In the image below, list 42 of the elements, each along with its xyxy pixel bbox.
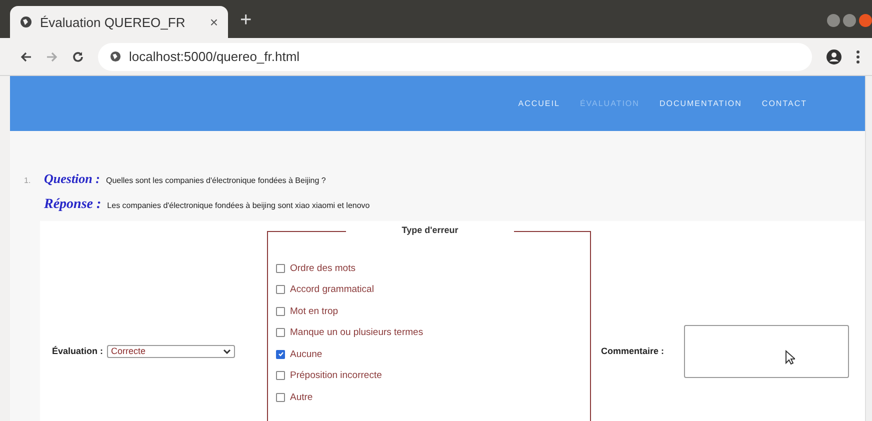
minimize-button[interactable] <box>827 14 840 27</box>
question-text: Quelles sont les companies d'électronique fondées à Beijing ? <box>106 176 326 185</box>
checkbox-label[interactable]: Ordre des mots <box>290 262 356 274</box>
checkbox[interactable] <box>276 371 285 380</box>
checkbox[interactable] <box>276 350 285 359</box>
evaluation-select[interactable]: Correcte <box>107 344 236 358</box>
globe-icon <box>20 16 32 28</box>
mouse-pointer-icon <box>785 350 796 364</box>
checkbox-label[interactable]: Accord grammatical <box>290 284 374 296</box>
close-window-button[interactable] <box>859 14 872 27</box>
evaluation-label: Évaluation : <box>52 346 104 356</box>
checkbox[interactable] <box>276 285 285 294</box>
url-text: localhost:5000/quereo_fr.html <box>129 49 300 64</box>
address-bar[interactable]: localhost:5000/quereo_fr.html <box>98 42 812 71</box>
close-tab-button[interactable]: × <box>210 14 218 30</box>
list-number: 1. <box>24 176 32 185</box>
answer-label: Réponse : <box>44 197 102 213</box>
forward-icon[interactable] <box>46 50 58 63</box>
globe-icon <box>110 51 121 62</box>
menu-icon[interactable] <box>856 50 860 64</box>
answer-text: Les companies d'électronique fondées à beijing sont xiao xiaomi et lenovo <box>107 201 370 210</box>
fieldset-legend: Type d'erreur <box>346 225 514 235</box>
comment-field[interactable] <box>684 324 850 378</box>
question-label: Question : <box>44 171 100 187</box>
new-tab-button[interactable]: + <box>240 9 252 32</box>
checkbox[interactable] <box>276 264 285 273</box>
maximize-button[interactable] <box>843 14 856 27</box>
checkbox-label[interactable]: Manque un ou plusieurs termes <box>290 327 424 338</box>
tab-title: Évaluation QUEREO_FR <box>40 14 186 30</box>
checkbox-label[interactable]: Mot en trop <box>290 306 338 317</box>
chevron-down-icon <box>223 348 232 354</box>
reload-icon[interactable] <box>72 50 84 63</box>
account-icon[interactable] <box>826 48 842 65</box>
checkbox-label[interactable]: Préposition incorrecte <box>290 370 382 382</box>
checkbox[interactable] <box>276 392 285 402</box>
checkbox-label[interactable]: Autre <box>290 392 313 403</box>
comment-label: Commentaire : <box>601 346 664 356</box>
checkbox[interactable] <box>276 306 285 316</box>
back-icon[interactable] <box>20 50 32 63</box>
checkbox[interactable] <box>276 328 285 338</box>
checkbox-label[interactable]: Aucune <box>290 348 322 360</box>
browser-tab[interactable]: Évaluation QUEREO_FR × <box>10 6 228 38</box>
